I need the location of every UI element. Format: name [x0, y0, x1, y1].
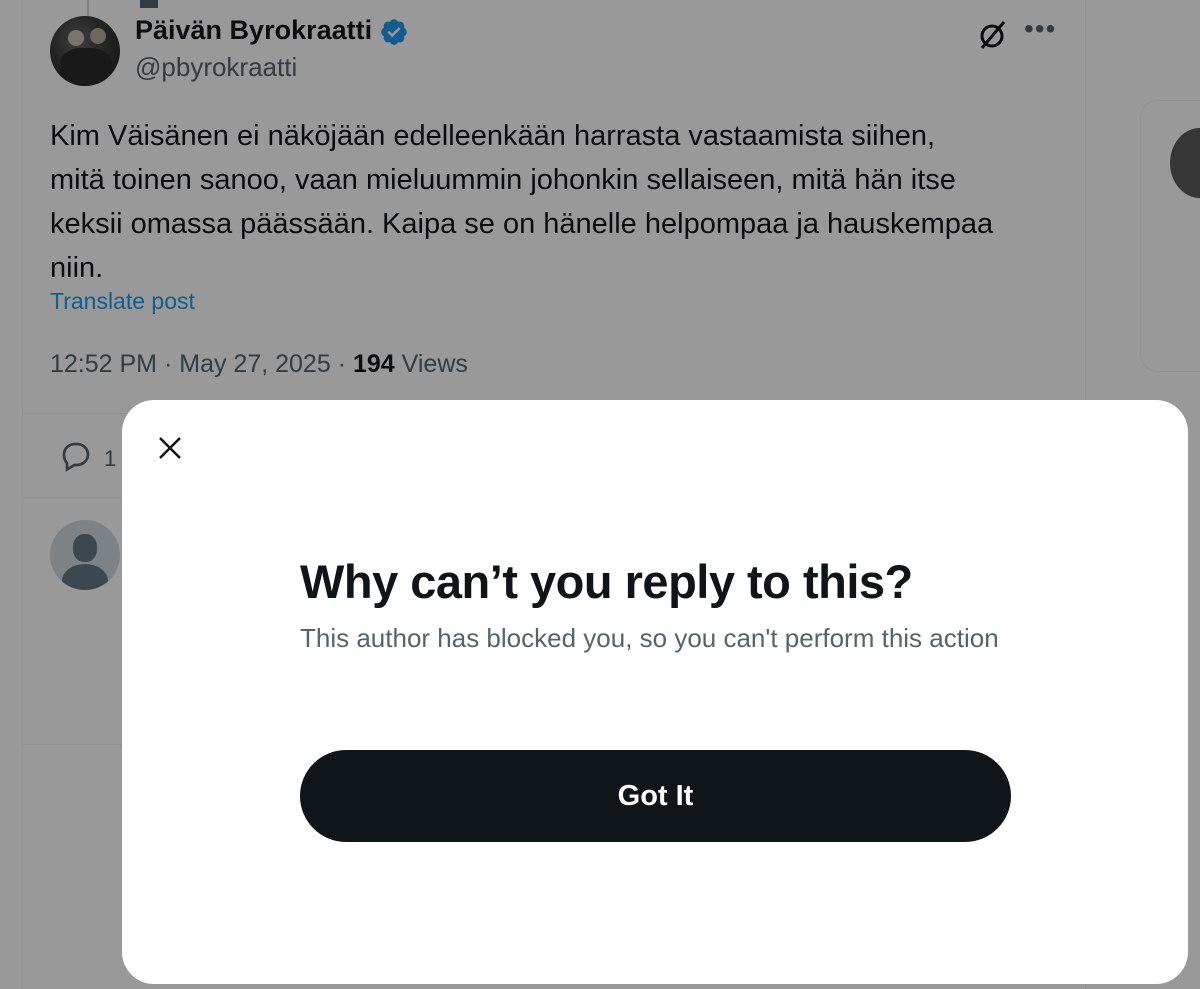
dialog-message: This author has blocked you, so you can'… — [300, 623, 999, 653]
dialog-title: Why can’t you reply to this? — [300, 555, 913, 608]
reply-blocked-dialog: Why can’t you reply to this? This author… — [122, 400, 1188, 984]
page: Päivän Byrokraatti @pbyrokraatti ••• Kim… — [0, 0, 1200, 989]
close-button[interactable] — [150, 428, 190, 468]
got-it-button[interactable]: Got It — [300, 750, 1011, 842]
close-icon — [159, 437, 181, 459]
